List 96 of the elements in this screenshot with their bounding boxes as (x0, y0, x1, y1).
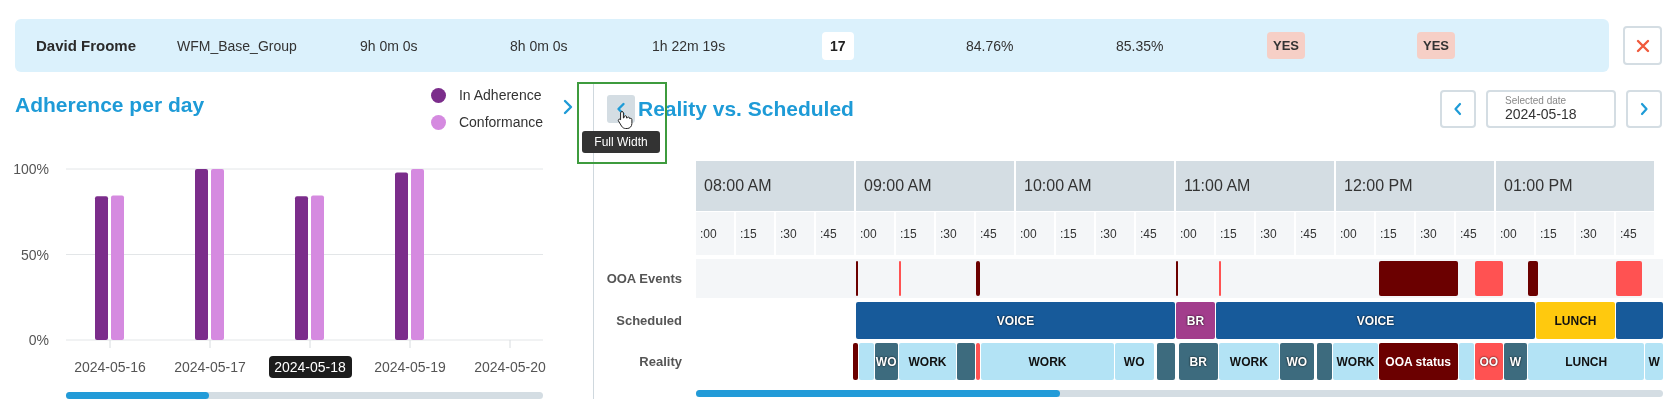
expand-chevron-icon[interactable] (562, 99, 574, 115)
quarter-header: :30 (1576, 212, 1614, 255)
quarter-header: :15 (1216, 212, 1254, 255)
quarter-header: :45 (976, 212, 1014, 255)
quarter-header: :45 (1456, 212, 1494, 255)
scrollbar[interactable] (66, 392, 543, 399)
quarter-header: :15 (1376, 212, 1414, 255)
event-marker[interactable] (898, 261, 901, 296)
event-marker[interactable] (1378, 261, 1458, 296)
activity-segment[interactable]: WO (874, 343, 898, 380)
hand-cursor-icon (617, 110, 633, 129)
activity-segment[interactable]: WO (1114, 343, 1154, 380)
axis-label: 100% (13, 161, 49, 177)
axis-label: 2024-05-19 (374, 359, 446, 375)
quarter-header: :00 (1336, 212, 1374, 255)
scrollbar[interactable] (696, 390, 1663, 397)
status-badge: YES (1267, 32, 1305, 59)
selected-date-label[interactable]: 2024-05-18 (269, 356, 352, 378)
activity-segment[interactable]: WORK (981, 343, 1114, 380)
status-badge: YES (1417, 32, 1455, 59)
x-tick-label: 2024-05-18 (274, 359, 347, 375)
agent-name: David Froome (36, 37, 138, 54)
quarter-header: :45 (1616, 212, 1654, 255)
activity-segment[interactable]: WORK (898, 343, 957, 380)
event-marker[interactable] (1616, 261, 1642, 296)
quarter-header: :45 (816, 212, 854, 255)
hour-header: 01:00 PM (1496, 161, 1654, 211)
summary-value: 9h 0m 0s (360, 37, 418, 54)
summary-value: 85.35% (1116, 37, 1164, 54)
activity-segment[interactable]: W (1504, 343, 1527, 380)
quarter-header: :15 (1536, 212, 1574, 255)
hour-header: 09:00 AM (856, 161, 1014, 211)
quarter-header: :00 (1176, 212, 1214, 255)
event-marker[interactable] (1528, 261, 1538, 296)
axis-label: 2024-05-20 (474, 359, 546, 375)
activity-segment[interactable]: BR (1178, 343, 1218, 380)
quarter-header: :30 (776, 212, 814, 255)
activity-segment[interactable]: BR (1176, 302, 1215, 339)
quarter-header: :30 (1416, 212, 1454, 255)
activity-segment[interactable]: LUNCH (1536, 302, 1615, 339)
activity-segment[interactable] (853, 343, 858, 380)
axis-label: 2024-05-16 (74, 359, 146, 375)
quarter-header: :00 (696, 212, 734, 255)
activity-segment[interactable]: WORK (1218, 343, 1279, 380)
event-marker[interactable] (1176, 261, 1178, 296)
activity-segment[interactable]: W (1645, 343, 1663, 380)
activity-segment[interactable] (1317, 343, 1333, 380)
activity-segment[interactable]: OOA status (1378, 343, 1458, 380)
summary-value: 84.76% (966, 37, 1014, 54)
event-marker[interactable] (856, 261, 858, 296)
legend-label: In Adherence (458, 87, 542, 103)
hour-header: 11:00 AM (1176, 161, 1334, 211)
row-label: Scheduled (616, 313, 682, 328)
activity-segment[interactable]: VOICE (1216, 302, 1535, 339)
axis-label: 0% (28, 332, 49, 348)
quarter-header: :30 (1096, 212, 1134, 255)
quarter-header: :15 (1056, 212, 1094, 255)
hour-header: 12:00 PM (1336, 161, 1494, 211)
quarter-header: :45 (1136, 212, 1174, 255)
count-badge: 17 (822, 31, 854, 60)
summary-value: WFM_Base_Group (177, 37, 297, 54)
activity-segment[interactable]: WORK (1333, 343, 1378, 380)
chevron-left-icon (616, 101, 626, 116)
activity-segment[interactable]: WO (1280, 343, 1314, 380)
tooltip: Full Width (582, 131, 660, 153)
close-button[interactable] (1623, 26, 1662, 65)
quarter-header: :00 (856, 212, 894, 255)
chevron-right-icon (1639, 101, 1649, 116)
quarter-header: :15 (896, 212, 934, 255)
next-day-button[interactable] (1626, 89, 1662, 128)
date-field[interactable]: Selected date 2024-05-18 (1486, 89, 1616, 128)
row-label: OOA Events (606, 271, 682, 286)
activity-segment[interactable]: LUNCH (1528, 343, 1645, 380)
activity-segment[interactable] (976, 343, 981, 380)
event-marker[interactable] (1474, 261, 1503, 296)
activity-segment[interactable]: VOICE (856, 302, 1175, 339)
previous-day-button[interactable] (1440, 89, 1476, 128)
hour-header: 08:00 AM (696, 161, 854, 211)
hour-header: 10:00 AM (1016, 161, 1174, 211)
close-icon (1635, 38, 1650, 53)
quarter-header: :30 (936, 212, 974, 255)
quarter-header: :45 (1296, 212, 1334, 255)
axis-label: 2024-05-17 (174, 359, 246, 375)
event-marker[interactable] (976, 261, 981, 296)
panel-title: Adherence per day (15, 94, 205, 118)
summary-value: 8h 0m 0s (510, 37, 568, 54)
legend-label: Conformance (458, 114, 543, 130)
chevron-left-icon (1453, 101, 1463, 116)
quarter-header: :30 (1256, 212, 1294, 255)
quarter-header: :15 (736, 212, 774, 255)
row-label: Reality (639, 354, 682, 369)
summary-value: 1h 22m 19s (652, 37, 726, 54)
quarter-header: :00 (1016, 212, 1054, 255)
quarter-header: :00 (1496, 212, 1534, 255)
event-marker[interactable] (1218, 261, 1221, 296)
axis-label: 50% (20, 246, 49, 263)
